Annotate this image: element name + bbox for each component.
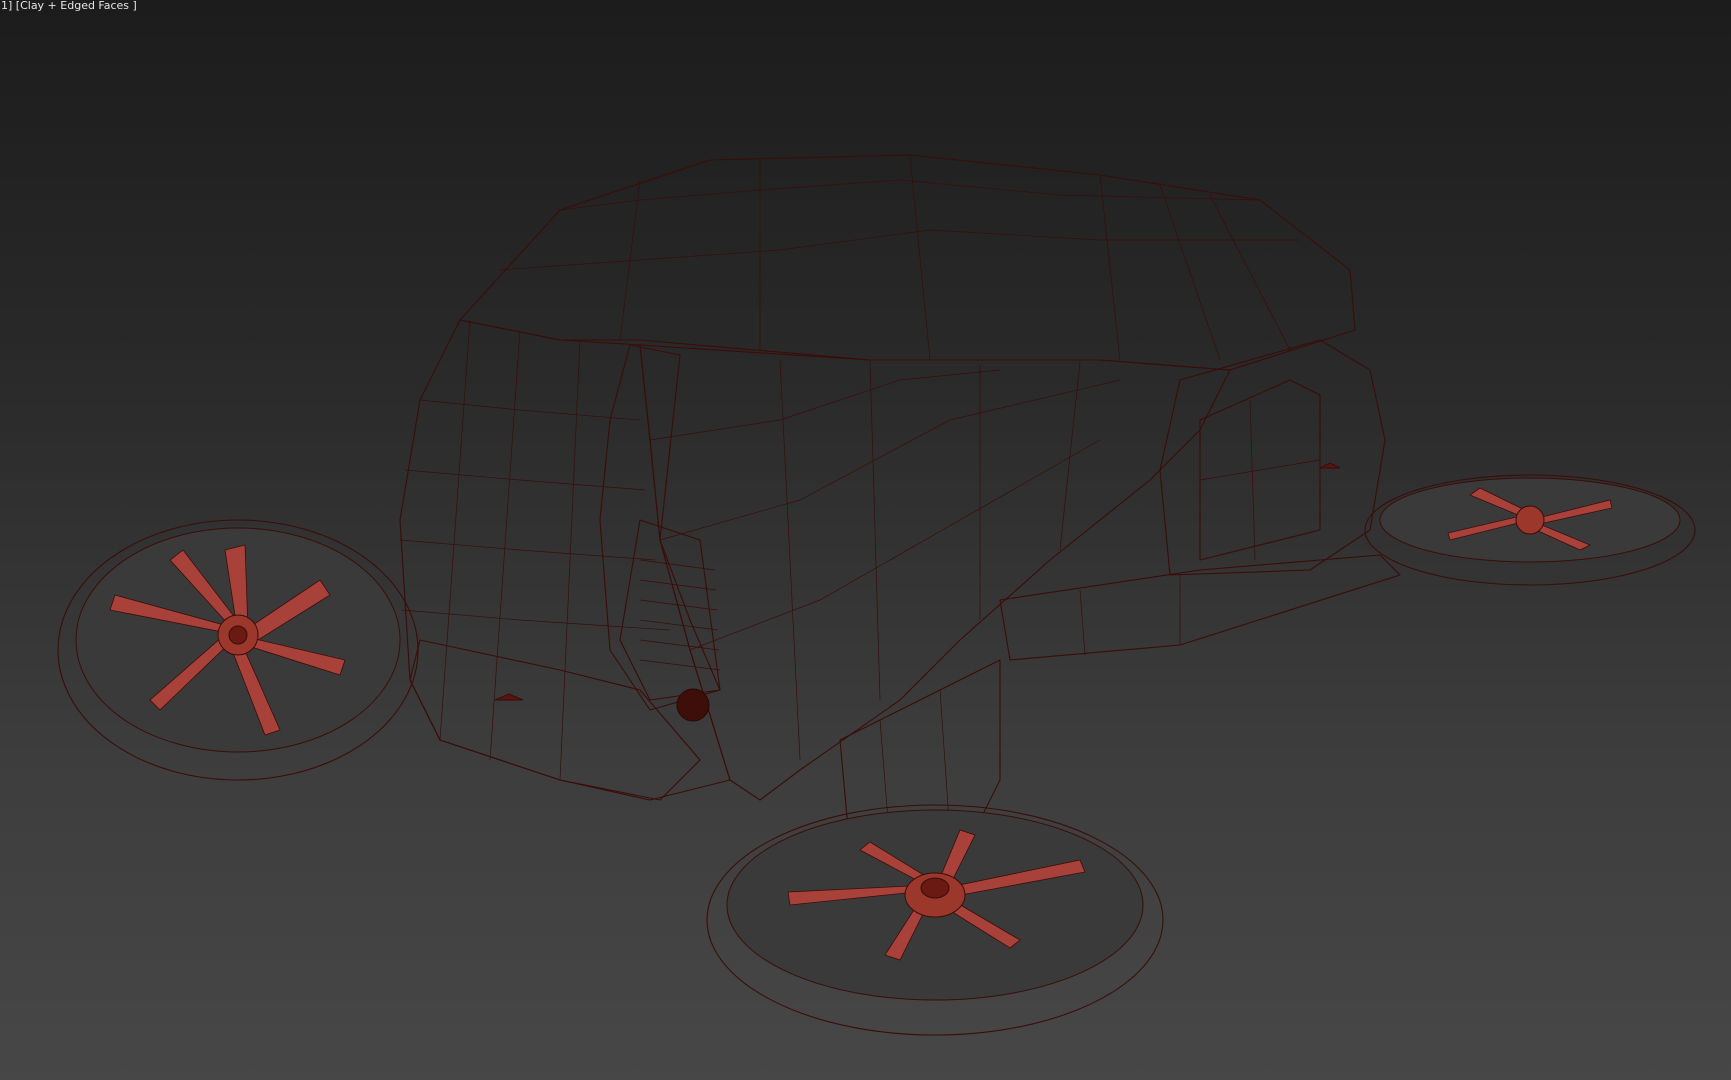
rotor-left[interactable] (57, 519, 419, 781)
rotor-front[interactable] (706, 804, 1164, 1036)
wing-arm[interactable] (999, 554, 1401, 661)
3d-viewport[interactable]: 1] [Clay + Edged Faces ] (0, 0, 1731, 1080)
viewport-scene[interactable] (0, 0, 1731, 1080)
rear-pod[interactable] (1159, 339, 1386, 576)
rotor-right[interactable] (1364, 474, 1696, 586)
cabin-body[interactable] (399, 154, 1356, 801)
front-window[interactable] (599, 344, 721, 722)
